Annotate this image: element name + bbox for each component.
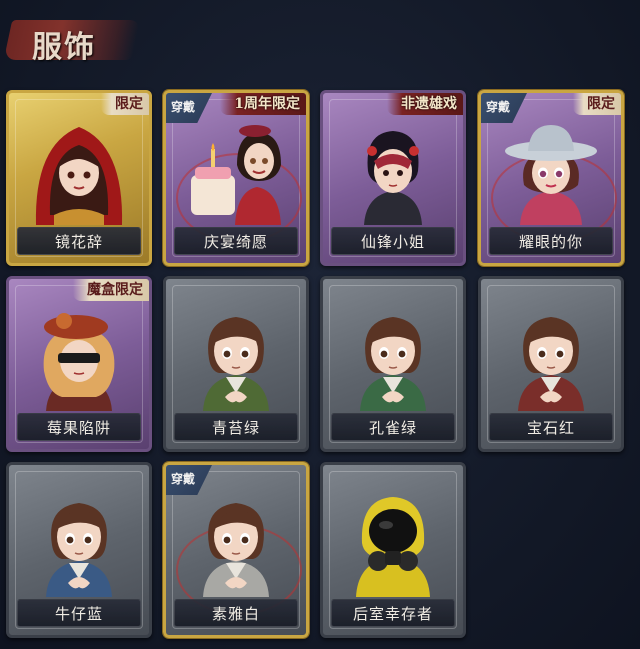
costume-card[interactable]: 青苔绿 xyxy=(163,276,309,452)
costume-name: 耀眼的你 xyxy=(518,232,583,251)
costume-name-bar: 镜花辞 xyxy=(17,227,141,255)
limited-tag: 限定 xyxy=(573,93,621,115)
costume-name: 后室幸存者 xyxy=(352,604,433,623)
survivor-white-portrait xyxy=(181,487,291,597)
costume-name: 镜花辞 xyxy=(54,232,103,251)
survivor-red-portrait xyxy=(496,301,606,411)
costume-card[interactable]: 魔盒限定莓果陷阱 xyxy=(6,276,152,452)
costume-card[interactable]: 1周年限定 穿戴 庆宴绮愿 xyxy=(163,90,309,266)
costume-card[interactable]: 孔雀绿 xyxy=(320,276,466,452)
cowgirl-portrait xyxy=(496,115,606,225)
costume-card[interactable]: 牛仔蓝 xyxy=(6,462,152,638)
limited-tag: 魔盒限定 xyxy=(73,279,149,301)
costume-name: 牛仔蓝 xyxy=(54,604,103,623)
costume-name-bar: 牛仔蓝 xyxy=(17,599,141,627)
costume-name-bar: 仙锋小姐 xyxy=(331,227,455,255)
costume-name-bar: 莓果陷阱 xyxy=(17,413,141,441)
costume-name: 孔雀绿 xyxy=(368,418,417,437)
costume-name: 莓果陷阱 xyxy=(46,418,111,437)
hazmat-survivor-portrait xyxy=(338,487,448,597)
costume-name-bar: 耀眼的你 xyxy=(489,227,613,255)
limited-tag: 非遗雄戏 xyxy=(387,93,463,115)
costume-name: 仙锋小姐 xyxy=(360,232,425,251)
costume-name: 宝石红 xyxy=(526,418,575,437)
costume-name: 青苔绿 xyxy=(211,418,260,437)
red-hood-portrait xyxy=(24,115,134,225)
costume-grid: 限定 镜花辞 1周年限定 穿戴 庆宴绮愿 非遗雄戏 仙锋小姐 限定 穿戴 耀眼的… xyxy=(0,0,640,649)
survivor-green-portrait xyxy=(181,301,291,411)
blindfold-girl-portrait xyxy=(24,301,134,411)
costume-card[interactable]: 宝石红 xyxy=(478,276,624,452)
costume-card[interactable]: 限定 穿戴 耀眼的你 xyxy=(478,90,624,266)
costume-name-bar: 庆宴绮愿 xyxy=(174,227,298,255)
costume-name: 庆宴绮愿 xyxy=(203,232,268,251)
costume-name-bar: 素雅白 xyxy=(174,599,298,627)
survivor-blue-portrait xyxy=(24,487,134,597)
opera-mask-portrait xyxy=(338,115,448,225)
costume-card[interactable]: 非遗雄戏仙锋小姐 xyxy=(320,90,466,266)
costume-name-bar: 宝石红 xyxy=(489,413,613,441)
party-girl-portrait xyxy=(181,115,291,225)
costume-card[interactable]: 后室幸存者 xyxy=(320,462,466,638)
costume-card[interactable]: 穿戴 素雅白 xyxy=(163,462,309,638)
costume-name-bar: 孔雀绿 xyxy=(331,413,455,441)
costume-name: 素雅白 xyxy=(211,604,260,623)
limited-tag: 1周年限定 xyxy=(220,93,306,115)
survivor-teal-portrait xyxy=(338,301,448,411)
costume-card[interactable]: 限定镜花辞 xyxy=(6,90,152,266)
costume-panel: 服饰 限定 镜花辞 1周年限定 穿戴 庆宴绮愿 非遗雄戏 仙锋小姐 限定 穿戴 … xyxy=(0,0,640,649)
costume-name-bar: 青苔绿 xyxy=(174,413,298,441)
costume-name-bar: 后室幸存者 xyxy=(331,599,455,627)
limited-tag: 限定 xyxy=(101,93,149,115)
